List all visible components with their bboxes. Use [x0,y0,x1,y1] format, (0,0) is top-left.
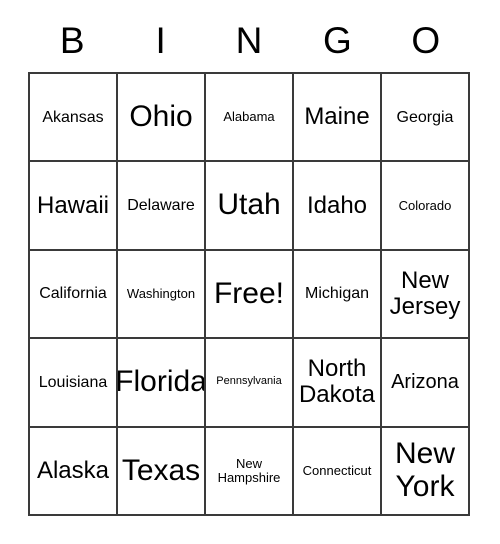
bingo-cell-label: Texas [121,453,201,487]
bingo-cell-label: Maine [304,103,370,131]
bingo-cell[interactable]: New Jersey [382,250,470,340]
bingo-cell[interactable]: Alaska [30,427,118,516]
bingo-cell[interactable]: Colorado [382,162,470,251]
bingo-cell[interactable]: Hawaii [30,162,118,251]
bingo-cell-label: Washington [126,285,196,301]
bingo-cell[interactable]: Michigan [294,250,382,340]
bingo-cell[interactable]: New Hampshire [206,427,294,516]
bingo-cell[interactable]: Utah [206,162,294,251]
bingo-cell-label: Alabama [223,109,275,125]
bingo-cell-label: North Dakota [298,355,376,409]
bingo-cell-label: Michigan [304,285,370,303]
bingo-cell-label: Arizona [391,370,459,393]
bingo-cell-label: Akansas [42,108,104,126]
bingo-cell[interactable]: California [30,250,118,340]
header-letter-o: O [411,19,441,61]
bingo-cell-label: Georgia [396,108,454,126]
bingo-cell-label: California [39,285,107,303]
bingo-cell-label: Colorado [398,197,452,213]
bingo-cell[interactable]: Ohio [118,74,206,163]
bingo-cell-label: Utah [217,188,281,222]
bingo-cell-label: Idaho [306,191,368,219]
bingo-cell[interactable]: Delaware [118,162,206,251]
bingo-cell[interactable]: Alabama [206,74,294,163]
bingo-cell-label: New Jersey [389,267,461,320]
bingo-cell[interactable]: Connecticut [294,427,382,516]
bingo-cell-label: Ohio [129,100,193,133]
bingo-cell-label: New Hampshire [217,455,281,485]
bingo-cell[interactable]: Georgia [382,74,470,163]
bingo-cell[interactable]: Akansas [30,74,118,163]
bingo-cell[interactable]: Washington [118,250,206,340]
bingo-cell[interactable]: Idaho [294,162,382,251]
bingo-cell[interactable]: Louisiana [30,339,118,428]
bingo-cell[interactable]: Arizona [382,339,470,428]
bingo-cell-free[interactable]: Free! [206,250,294,340]
bingo-header: B I N G O [28,8,470,72]
bingo-card: B I N G O Akansas Ohio Alabama Maine Georgia… [28,8,470,516]
bingo-cell-label: Alaska [36,456,110,484]
header-letter-i: I [155,19,166,61]
free-space-label: Free! [213,276,285,310]
bingo-cell-label: Delaware [127,196,195,214]
bingo-cell[interactable]: Texas [118,427,206,516]
bingo-cell[interactable]: New York [382,427,470,516]
bingo-grid: Akansas Ohio Alabama Maine Georgia Hawaii Dela… [28,72,470,516]
bingo-cell[interactable]: Maine [294,74,382,163]
bingo-cell[interactable]: Pennsylvania [206,339,294,428]
header-letter-b: B [59,19,85,61]
bingo-cell[interactable]: Florida [118,339,206,428]
bingo-cell-label: Pennsylvania [216,375,282,388]
bingo-cell-label: Louisiana [38,373,108,391]
bingo-cell-label: Connecticut [302,462,372,478]
bingo-cell-label: New York [394,437,455,503]
header-letter-n: N [235,19,263,61]
header-letter-g: G [323,19,352,61]
bingo-cell-label: Hawaii [36,191,110,219]
bingo-cell[interactable]: North Dakota [294,339,382,428]
bingo-cell-label: Florida [118,365,206,399]
